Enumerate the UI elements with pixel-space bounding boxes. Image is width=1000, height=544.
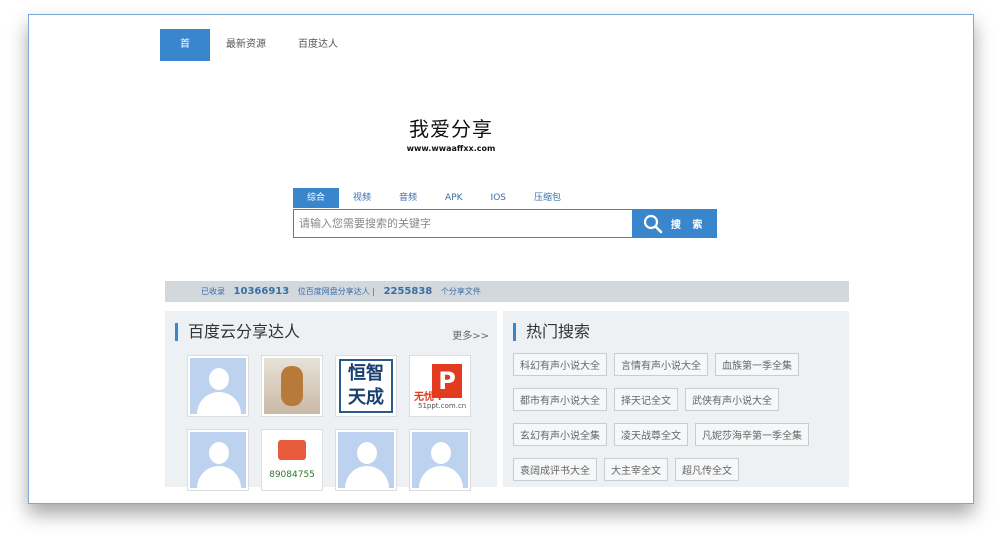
qq-number: 89084755 xyxy=(269,470,315,480)
ppt-url: 51ppt.com.cn xyxy=(418,402,467,410)
expert-avatar[interactable] xyxy=(335,429,397,491)
logo-title: 我爱分享 xyxy=(409,117,493,141)
ppt-caption: 无忧·P xyxy=(414,392,446,403)
search-bar: 搜 索 xyxy=(293,209,717,238)
hot-search-tags: 科幻有声小说大全 言情有声小说大全 血族第一季全集 都市有声小说大全 择天记全文 武侠有… xyxy=(513,353,843,493)
tab-archive[interactable]: 压缩包 xyxy=(520,188,575,208)
hot-search-tag[interactable]: 凡妮莎海辛第一季全集 xyxy=(695,423,809,446)
search-button-label: 搜 索 xyxy=(670,220,707,231)
nav-home[interactable]: 首页 xyxy=(160,29,210,82)
stats-files-label: 个分享文件 xyxy=(440,287,481,296)
expert-avatar[interactable] xyxy=(187,355,249,417)
hot-search-tag[interactable]: 袁阔成评书大全 xyxy=(513,458,597,481)
default-avatar-icon xyxy=(190,432,246,490)
expert-logo-text: 恒智天成 xyxy=(339,359,393,413)
stats-prefix: 已收录 xyxy=(201,287,225,296)
site-logo[interactable]: 我爱分享 www.wwaaffxx.com xyxy=(401,113,501,153)
hot-search-tag[interactable]: 言情有声小说大全 xyxy=(614,353,708,376)
expert-avatar[interactable]: 恒智天成 xyxy=(335,355,397,417)
search-icon xyxy=(643,214,663,233)
expert-logo-ppt: P 无忧·P 51ppt.com.cn xyxy=(412,358,468,414)
tab-apk[interactable]: APK xyxy=(431,188,477,208)
default-avatar-icon xyxy=(190,358,246,416)
default-avatar-icon xyxy=(412,432,468,490)
nav-baidu-experts[interactable]: 百度达人 xyxy=(282,29,354,61)
nav-latest-resources[interactable]: 最新资源 xyxy=(210,29,282,61)
hot-search-tag[interactable]: 择天记全文 xyxy=(614,388,678,411)
experts-panel: 百度云分享达人 更多>> 恒智天成 P 无忧·P 51ppt.com.cn 8908… xyxy=(165,311,497,491)
experts-title: 百度云分享达人 xyxy=(175,323,300,341)
top-nav: 首页 最新资源 百度达人 xyxy=(160,29,354,82)
expert-logo-qq: 89084755 xyxy=(264,432,320,488)
hot-search-tag[interactable]: 超凡传全文 xyxy=(675,458,739,481)
toy-photo xyxy=(264,358,320,414)
expert-avatar[interactable] xyxy=(261,355,323,417)
default-avatar-icon xyxy=(338,432,394,490)
search-input[interactable] xyxy=(293,209,633,238)
logo-url: www.wwaaffxx.com xyxy=(406,144,496,153)
hot-search-tag[interactable]: 大主宰全文 xyxy=(604,458,668,481)
hot-search-tag[interactable]: 凌天战尊全文 xyxy=(614,423,688,446)
expert-avatar[interactable]: 89084755 xyxy=(261,429,323,491)
hot-search-tag[interactable]: 玄幻有声小说全集 xyxy=(513,423,607,446)
hot-search-tag[interactable]: 科幻有声小说大全 xyxy=(513,353,607,376)
tab-all[interactable]: 综合 xyxy=(293,188,340,208)
stats-users-label: 位百度网盘分享达人 | xyxy=(297,287,376,296)
tab-video[interactable]: 视频 xyxy=(339,188,385,208)
hot-search-tag[interactable]: 血族第一季全集 xyxy=(715,353,799,376)
experts-grid: 恒智天成 P 无忧·P 51ppt.com.cn 89084755 xyxy=(187,355,471,491)
expert-avatar[interactable]: P 无忧·P 51ppt.com.cn xyxy=(409,355,471,417)
hot-search-tag[interactable]: 武侠有声小说大全 xyxy=(685,388,779,411)
tab-audio[interactable]: 音频 xyxy=(385,188,431,208)
hot-search-title: 热门搜索 xyxy=(513,323,590,341)
stats-users-count: 10366913 xyxy=(233,286,290,297)
search-button[interactable]: 搜 索 xyxy=(632,209,717,238)
search-tabs: 综合 视频 音频 APK IOS 压缩包 xyxy=(293,188,575,208)
page-frame: 首页 最新资源 百度达人 我爱分享 www.wwaaffxx.com 综合 视频… xyxy=(28,14,974,504)
expert-avatar[interactable] xyxy=(187,429,249,491)
qq-book-icon xyxy=(278,440,306,460)
hot-search-panel: 热门搜索 科幻有声小说大全 言情有声小说大全 血族第一季全集 都市有声小说大全 择天记… xyxy=(503,311,849,487)
hot-search-tag[interactable]: 都市有声小说大全 xyxy=(513,388,607,411)
experts-more-link[interactable]: 更多>> xyxy=(452,327,489,342)
tab-ios[interactable]: IOS xyxy=(477,188,520,208)
stats-bar: 已收录 10366913 位百度网盘分享达人 | 2255838 个分享文件 xyxy=(165,281,849,302)
stats-files-count: 2255838 xyxy=(383,286,433,297)
expert-avatar[interactable] xyxy=(409,429,471,491)
